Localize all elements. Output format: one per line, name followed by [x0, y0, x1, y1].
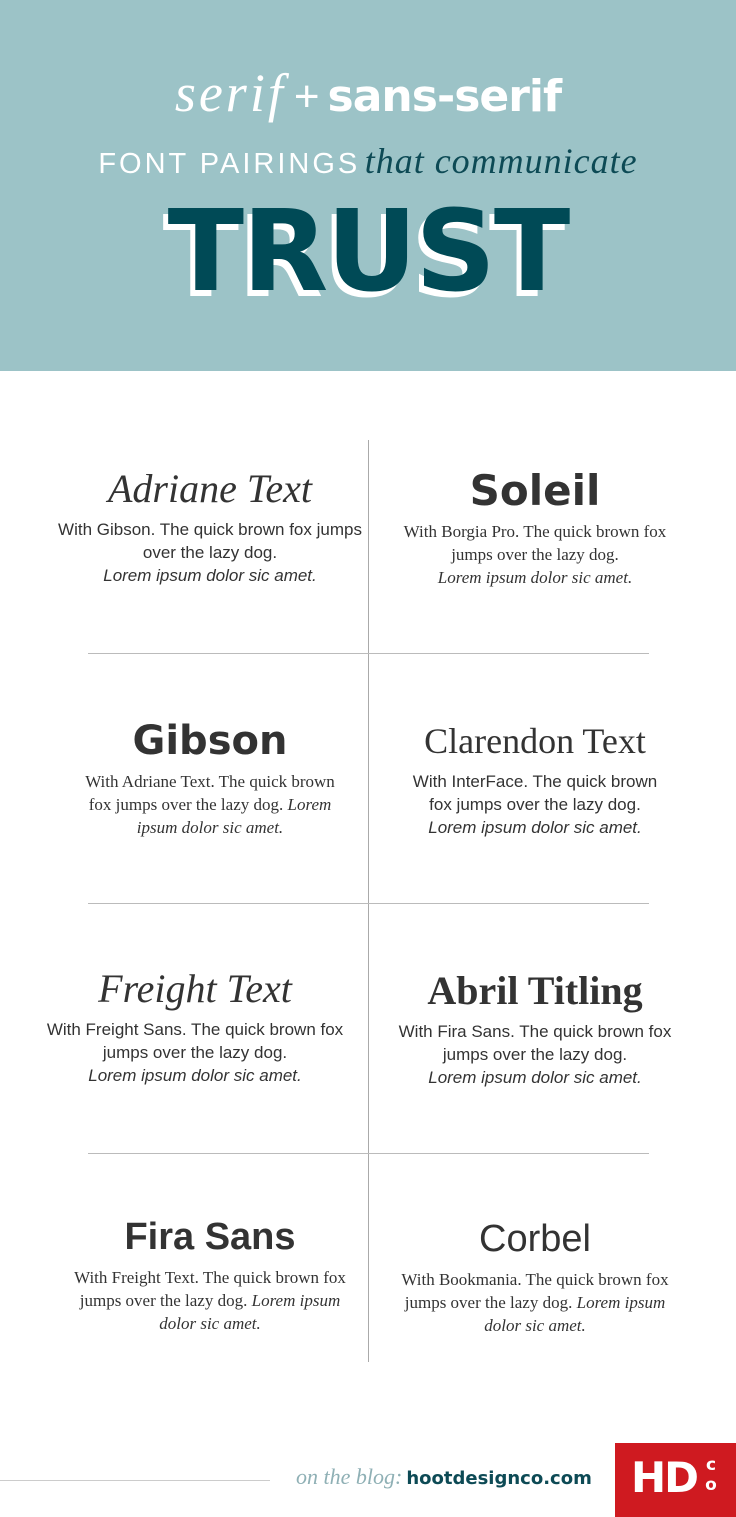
hdco-logo: HD co	[615, 1443, 736, 1517]
pairing-card: Soleil With Borgia Pro. The quick brown …	[375, 468, 695, 589]
pairing-title: Clarendon Text	[424, 721, 646, 761]
pairing-description: With InterFace. The quick brown fox jump…	[412, 772, 658, 837]
plus-sign: +	[293, 72, 320, 121]
subheadline-caps: FONT PAIRINGS	[98, 148, 361, 180]
pairing-description: With Freight Sans. The quick brown fox j…	[46, 1020, 344, 1085]
pairing-card: Adriane Text With Gibson. The quick brow…	[50, 466, 370, 587]
blog-link[interactable]: on the blog: hootdesignco.com	[296, 1464, 592, 1490]
pairing-title: Soleil	[469, 466, 601, 515]
logo-co: co	[705, 1455, 717, 1495]
blog-label: on the blog:	[296, 1464, 403, 1489]
row-divider	[88, 903, 649, 904]
pairing-description: With Adriane Text. The quick brown fox j…	[85, 772, 335, 837]
pairing-card: Corbel With Bookmania. The quick brown f…	[375, 1216, 695, 1337]
pairing-title: Freight Text	[98, 966, 292, 1011]
pairing-description: With Bookmania. The quick brown fox jump…	[401, 1270, 669, 1335]
pairing-title: Abril Titling	[427, 968, 643, 1013]
subheadline: FONT PAIRINGS that communicate	[0, 140, 736, 182]
headline: serif + sans-serif	[0, 62, 736, 124]
row-divider	[88, 1153, 649, 1154]
row-divider	[88, 653, 649, 654]
pairing-card: Abril Titling With Fira Sans. The quick …	[375, 968, 695, 1089]
footer-divider	[0, 1480, 270, 1481]
pairing-description: With Fira Sans. The quick brown fox jump…	[398, 1022, 672, 1087]
pairing-title: Gibson	[132, 718, 288, 764]
subheadline-italic: that communicate	[364, 141, 638, 181]
pairing-card: Clarendon Text With InterFace. The quick…	[375, 718, 695, 839]
pairing-title: Adriane Text	[107, 466, 313, 511]
pairing-description: With Freight Text. The quick brown fox j…	[74, 1268, 346, 1333]
pairing-card: Gibson With Adriane Text. The quick brow…	[50, 718, 370, 839]
logo-hd: HD	[631, 1453, 699, 1502]
pairing-description: With Gibson. The quick brown fox jumps o…	[58, 520, 362, 585]
pairing-card: Freight Text With Freight Sans. The quic…	[35, 966, 355, 1087]
trust-word: TRUST	[167, 187, 571, 317]
pairing-title: Fira Sans	[124, 1216, 296, 1258]
blog-url[interactable]: hootdesignco.com	[406, 1468, 592, 1489]
hero-banner: serif + sans-serif FONT PAIRINGS that comm…	[0, 0, 736, 371]
sans-word: sans-serif	[327, 71, 563, 122]
pairing-description: With Borgia Pro. The quick brown fox jum…	[403, 522, 667, 587]
serif-word: serif	[174, 63, 286, 123]
pairing-card: Fira Sans With Freight Text. The quick b…	[50, 1214, 370, 1335]
pairing-title: Corbel	[479, 1218, 591, 1260]
